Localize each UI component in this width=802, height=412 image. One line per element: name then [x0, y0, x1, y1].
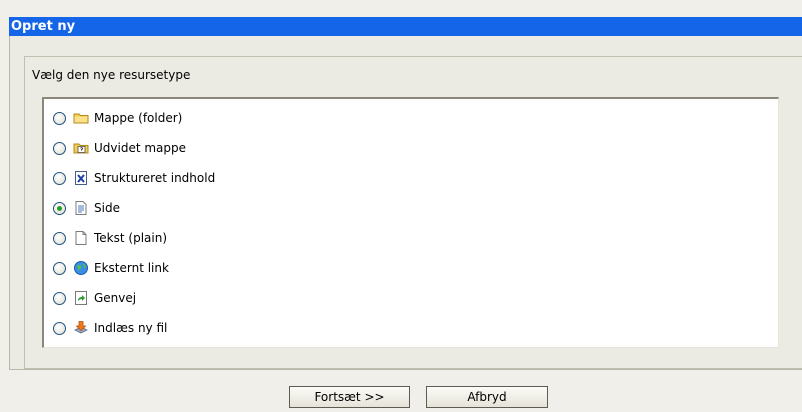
list-item-udvidet-mappe[interactable]: Udvidet mappe	[53, 138, 186, 158]
item-label: Genvej	[94, 291, 137, 305]
item-label: Eksternt link	[94, 261, 169, 275]
list-item-eksternt-link[interactable]: Eksternt link	[53, 258, 169, 278]
radio-mappe[interactable]	[53, 111, 66, 125]
cancel-button[interactable]: Afbryd	[426, 386, 548, 408]
list-item-mappe[interactable]: Mappe (folder)	[53, 108, 182, 128]
item-label: Mappe (folder)	[94, 111, 183, 125]
item-label: Udvidet mappe	[94, 141, 187, 155]
item-label: Side	[94, 201, 120, 215]
item-label: Struktureret indhold	[94, 171, 216, 185]
continue-button[interactable]: Fortsæt >>	[289, 386, 410, 408]
structured-content-icon	[75, 171, 87, 185]
dialog-title: Opret ny	[9, 17, 802, 36]
radio-genvej[interactable]	[53, 291, 66, 305]
radio-struktureret-indhold[interactable]	[53, 171, 66, 185]
radio-indlaes-fil[interactable]	[53, 321, 66, 335]
resource-type-prompt: Vælg den nye resursetype	[32, 68, 191, 82]
list-item-tekst[interactable]: Tekst (plain)	[53, 228, 167, 248]
list-item-indlaes-fil[interactable]: Indlæs ny fil	[53, 318, 167, 338]
page-icon	[75, 201, 87, 215]
folder-icon	[73, 113, 89, 124]
upload-file-icon	[74, 321, 88, 334]
radio-udvidet-mappe[interactable]	[53, 141, 66, 155]
list-item-side[interactable]: Side	[53, 198, 120, 218]
radio-side[interactable]	[53, 201, 66, 215]
resource-type-list: Mappe (folder) Udvidet mappe Strukturere…	[42, 97, 779, 348]
external-link-icon	[74, 261, 88, 275]
list-item-struktureret-indhold[interactable]: Struktureret indhold	[53, 168, 215, 188]
extended-folder-icon	[73, 143, 89, 154]
list-item-genvej[interactable]: Genvej	[53, 288, 136, 308]
shortcut-icon	[75, 291, 87, 305]
plain-text-icon	[75, 231, 87, 245]
item-label: Tekst (plain)	[94, 231, 168, 245]
radio-eksternt-link[interactable]	[53, 261, 66, 275]
radio-tekst[interactable]	[53, 231, 66, 245]
item-label: Indlæs ny fil	[94, 321, 168, 335]
